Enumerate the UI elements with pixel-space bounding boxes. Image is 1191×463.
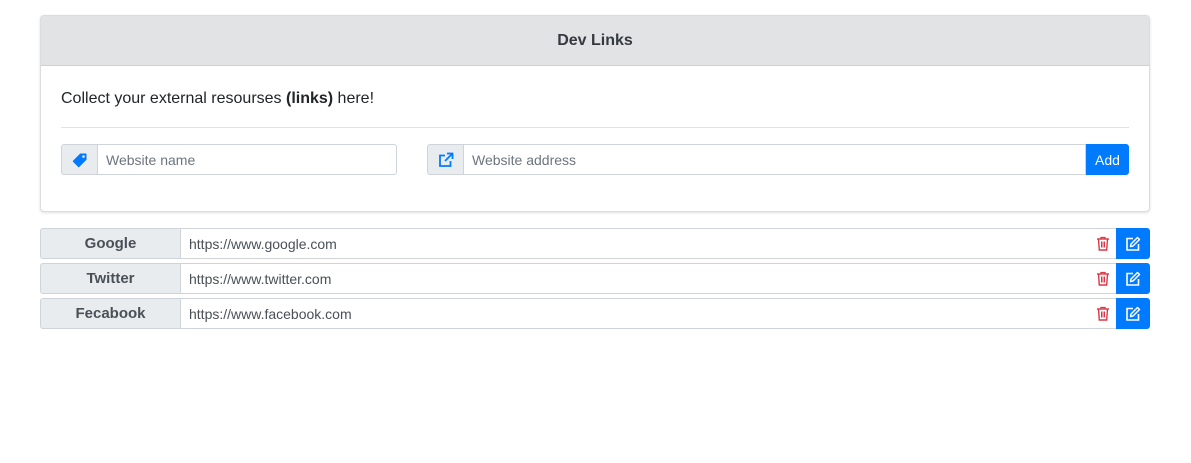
intro-text-end: here! bbox=[333, 90, 375, 107]
website-address-group: Add bbox=[427, 144, 1129, 175]
trash-icon[interactable] bbox=[1089, 298, 1116, 329]
link-url[interactable]: https://www.twitter.com bbox=[180, 263, 1089, 294]
website-address-input[interactable] bbox=[463, 144, 1086, 175]
add-link-form: Add bbox=[61, 144, 1129, 175]
link-name: Fecabook bbox=[40, 298, 180, 329]
link-row: Twitter https://www.twitter.com bbox=[40, 263, 1150, 294]
intro-text: Collect your external resourses (links) … bbox=[61, 89, 1129, 128]
card-body: Collect your external resourses (links) … bbox=[41, 66, 1149, 211]
trash-icon[interactable] bbox=[1089, 228, 1116, 259]
intro-text-bold: (links) bbox=[285, 90, 334, 107]
link-name: Google bbox=[40, 228, 180, 259]
app-container: Dev Links Collect your external resourse… bbox=[40, 15, 1150, 333]
external-link-icon bbox=[427, 144, 463, 175]
intro-text-start: Collect your external resourses bbox=[61, 90, 286, 107]
tag-icon bbox=[61, 144, 97, 175]
link-row: Google https://www.google.com bbox=[40, 228, 1150, 259]
edit-icon[interactable] bbox=[1116, 298, 1150, 329]
trash-icon[interactable] bbox=[1089, 263, 1116, 294]
dev-links-card: Dev Links Collect your external resourse… bbox=[40, 15, 1150, 212]
links-list: Google https://www.google.com Twitter ht… bbox=[40, 228, 1150, 329]
card-title: Dev Links bbox=[41, 16, 1149, 66]
edit-icon[interactable] bbox=[1116, 263, 1150, 294]
website-name-group bbox=[61, 144, 397, 175]
link-row: Fecabook https://www.facebook.com bbox=[40, 298, 1150, 329]
link-url[interactable]: https://www.google.com bbox=[180, 228, 1089, 259]
link-url[interactable]: https://www.facebook.com bbox=[180, 298, 1089, 329]
add-button[interactable]: Add bbox=[1086, 144, 1129, 175]
website-name-input[interactable] bbox=[97, 144, 397, 175]
edit-icon[interactable] bbox=[1116, 228, 1150, 259]
link-name: Twitter bbox=[40, 263, 180, 294]
